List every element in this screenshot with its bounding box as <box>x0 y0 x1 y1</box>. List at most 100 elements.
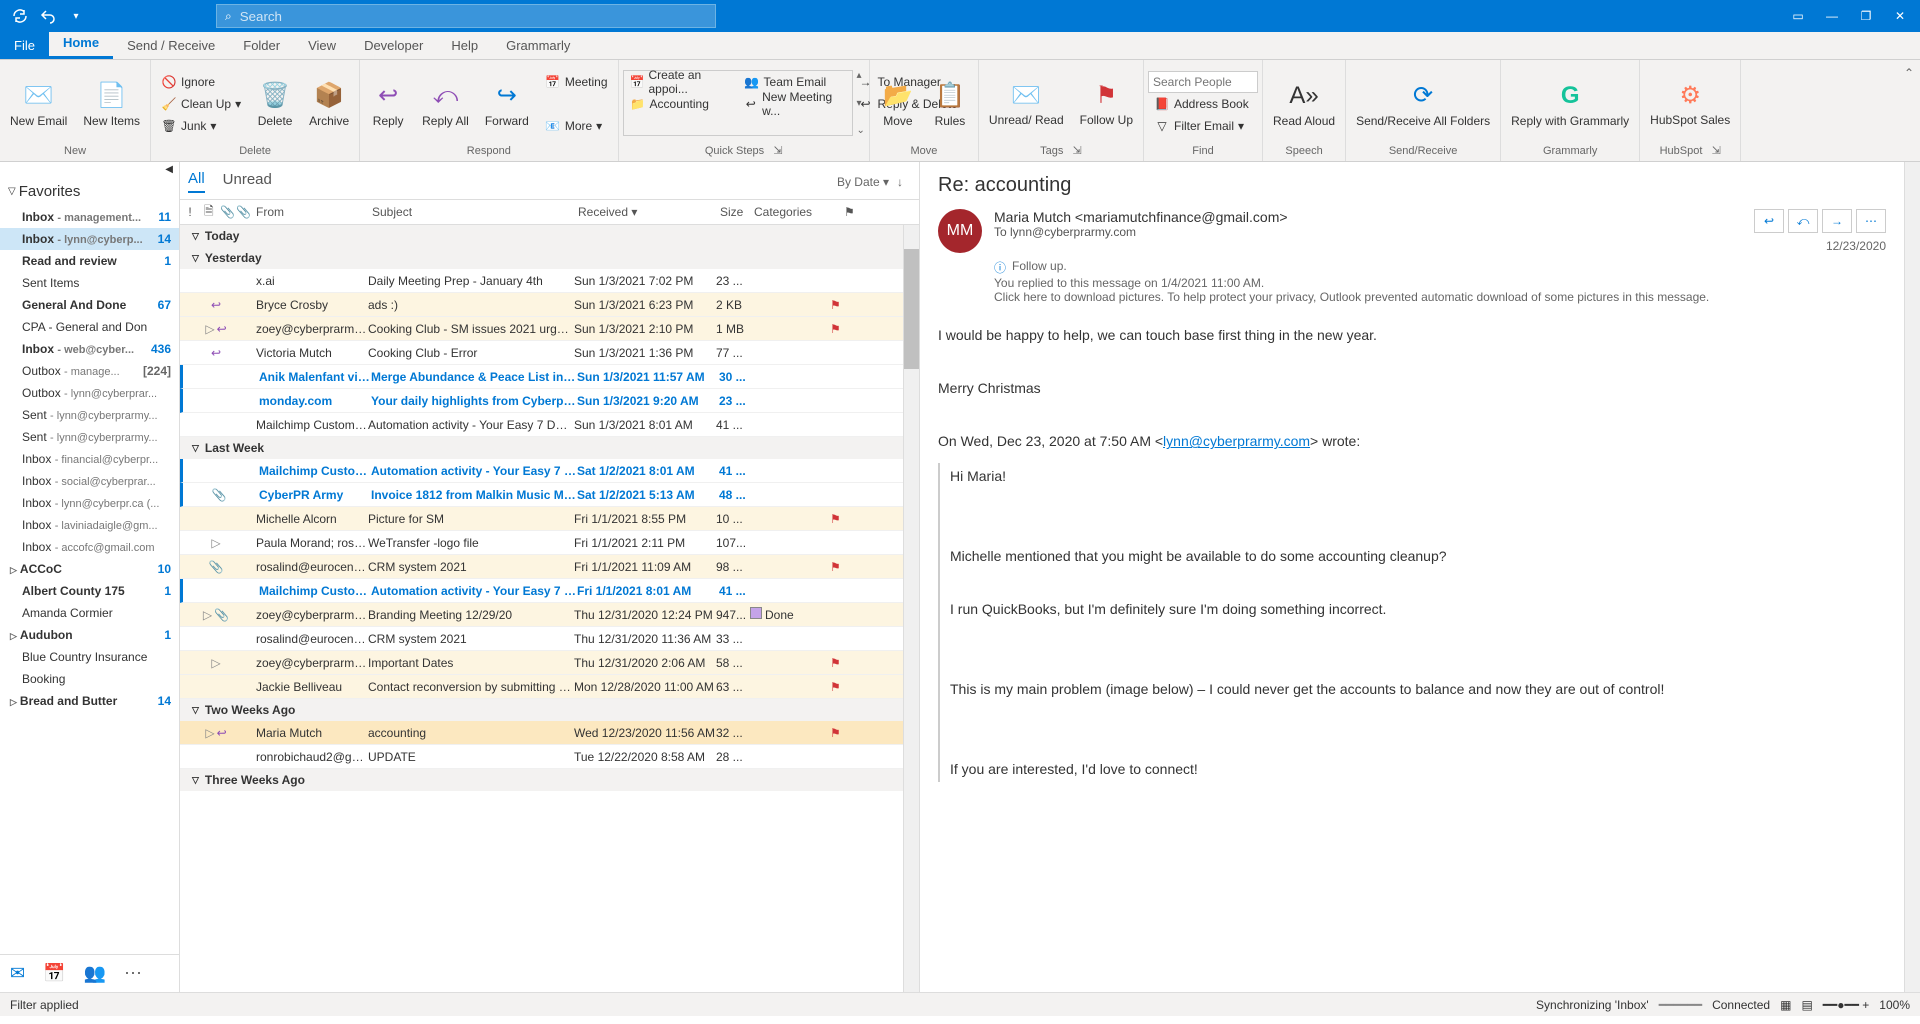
sidebar-item[interactable]: Albert County 1751 <box>0 580 179 602</box>
sidebar-item[interactable]: ▷Audubon1 <box>0 624 179 646</box>
message-row[interactable]: x.aiDaily Meeting Prep - January 4thSun … <box>180 269 903 293</box>
search-input[interactable] <box>240 9 707 24</box>
download-pics-banner[interactable]: Click here to download pictures. To help… <box>994 290 1709 304</box>
col-reminder[interactable]: 🗎 <box>200 202 216 223</box>
sidebar-item[interactable]: ▷Bread and Butter14 <box>0 690 179 712</box>
message-row[interactable]: Mailchimp Customer ...Automation activit… <box>180 459 903 483</box>
view-normal-icon[interactable]: ▦ <box>1780 998 1791 1012</box>
filter-unread[interactable]: Unread <box>223 171 272 192</box>
message-row[interactable]: ▷ zoey@cyberprarmy.co...Important DatesT… <box>180 651 903 675</box>
reply-all-button[interactable]: ⤺Reply All <box>416 64 475 144</box>
send-receive-all-button[interactable]: ⟳Send/Receive All Folders <box>1350 64 1496 144</box>
qs-create-appt[interactable]: 📅Create an appoi... <box>624 71 738 93</box>
more-button[interactable]: 📧More ▾ <box>539 115 614 137</box>
col-from[interactable]: From <box>252 205 368 219</box>
sidebar-item[interactable]: Inbox - laviniadaigle@gm... <box>0 514 179 536</box>
sidebar-item[interactable]: Inbox - web@cyber...436 <box>0 338 179 360</box>
search-box[interactable]: ⌕ <box>216 4 716 28</box>
tab-grammarly[interactable]: Grammarly <box>492 32 584 59</box>
tab-help[interactable]: Help <box>437 32 492 59</box>
rules-button[interactable]: 📋Rules <box>926 64 974 144</box>
qs-up-icon[interactable]: ▴ <box>857 70 865 81</box>
view-reading-icon[interactable]: ▤ <box>1801 998 1812 1012</box>
message-row[interactable]: 📎 rosalind@eurocentres-...CRM system 202… <box>180 555 903 579</box>
message-row[interactable]: ▷↩ zoey@cyberprarmy.co...Cooking Club - … <box>180 317 903 341</box>
sidebar-item[interactable]: Inbox - lynn@cyberpr.ca (... <box>0 492 179 514</box>
tab-send-receive[interactable]: Send / Receive <box>113 32 229 59</box>
tab-view[interactable]: View <box>294 32 350 59</box>
meeting-button[interactable]: 📅Meeting <box>539 71 614 93</box>
col-subject[interactable]: Subject <box>368 205 574 219</box>
ignore-button[interactable]: 🚫Ignore <box>155 71 247 93</box>
minimize-icon[interactable]: — <box>1824 8 1840 24</box>
sidebar-item[interactable]: Sent - lynn@cyberprarmy... <box>0 426 179 448</box>
qs-down-icon[interactable]: ▾ <box>857 98 865 109</box>
filter-email-button[interactable]: ▽Filter Email ▾ <box>1148 115 1258 137</box>
reading-scrollbar[interactable] <box>1904 162 1920 992</box>
message-row[interactable]: ▷↩ Maria MutchaccountingWed 12/23/2020 1… <box>180 721 903 745</box>
more-nav-icon[interactable]: ⋯ <box>124 963 142 984</box>
col-icon[interactable]: 📎 <box>216 205 232 219</box>
cleanup-button[interactable]: 🧹Clean Up ▾ <box>155 93 247 115</box>
sidebar-item[interactable]: ▷ACCoC10 <box>0 558 179 580</box>
more-action[interactable]: ⋯ <box>1856 209 1886 233</box>
message-row[interactable]: 📎 CyberPR ArmyInvoice 1812 from Malkin M… <box>180 483 903 507</box>
message-row[interactable]: ↩ Victoria MutchCooking Club - ErrorSun … <box>180 341 903 365</box>
group-header[interactable]: ▽ Two Weeks Ago <box>180 699 903 721</box>
reply-action[interactable]: ↩ <box>1754 209 1784 233</box>
address-book-button[interactable]: 📕Address Book <box>1148 93 1258 115</box>
sidebar-item[interactable]: General And Done67 <box>0 294 179 316</box>
message-row[interactable]: ▷ Paula Morand; rosalin...WeTransfer -lo… <box>180 531 903 555</box>
col-categories[interactable]: Categories <box>750 205 840 219</box>
collapse-ribbon-icon[interactable]: ⌃ <box>1898 60 1920 161</box>
sidebar-item[interactable]: Inbox - lynn@cyberp...14 <box>0 228 179 250</box>
reply-grammarly-button[interactable]: GReply with Grammarly <box>1505 64 1635 144</box>
sidebar-item[interactable]: Inbox - social@cyberprar... <box>0 470 179 492</box>
collapse-left-icon[interactable]: ◀ <box>165 164 173 175</box>
filter-all[interactable]: All <box>188 170 205 193</box>
sidebar-item[interactable]: CPA - General and Don <box>0 316 179 338</box>
message-row[interactable]: Mailchimp Customer S...Automation activi… <box>180 413 903 437</box>
new-items-button[interactable]: 📄New Items <box>77 64 146 144</box>
sync-icon[interactable] <box>12 8 28 24</box>
sidebar-item[interactable]: Read and review1 <box>0 250 179 272</box>
col-size[interactable]: Size <box>716 205 750 219</box>
sidebar-item[interactable]: Inbox - management...11 <box>0 206 179 228</box>
delete-button[interactable]: 🗑️Delete <box>251 64 299 144</box>
followup-button[interactable]: ⚑Follow Up <box>1074 63 1139 143</box>
sidebar-item[interactable]: Inbox - accofc@gmail.com <box>0 536 179 558</box>
people-nav-icon[interactable]: 👥 <box>84 963 106 984</box>
group-header[interactable]: ▽ Yesterday <box>180 247 903 269</box>
reply-button[interactable]: ↩Reply <box>364 64 412 144</box>
quoted-email-link[interactable]: lynn@cyberprarmy.com <box>1163 433 1310 449</box>
tab-developer[interactable]: Developer <box>350 32 437 59</box>
forward-action[interactable]: → <box>1822 209 1852 233</box>
tab-file[interactable]: File <box>0 32 49 59</box>
list-scrollbar[interactable] <box>903 225 919 992</box>
sort-by-date[interactable]: By Date ▾ <box>837 175 889 189</box>
message-row[interactable]: ronrobichaud2@gmail...UPDATETue 12/22/20… <box>180 745 903 769</box>
tab-folder[interactable]: Folder <box>229 32 294 59</box>
qs-expand-icon[interactable]: ⌄ <box>857 125 865 136</box>
group-header[interactable]: ▽ Today <box>180 225 903 247</box>
sidebar-item[interactable]: Outbox - manage...[224] <box>0 360 179 382</box>
tab-home[interactable]: Home <box>49 29 113 59</box>
col-received[interactable]: Received ▾ <box>574 205 716 219</box>
sidebar-item[interactable]: Outbox - lynn@cyberprar... <box>0 382 179 404</box>
qs-new-meeting[interactable]: ↩New Meeting w... <box>738 93 852 115</box>
unread-read-button[interactable]: ✉️Unread/ Read <box>983 63 1070 143</box>
message-row[interactable]: monday.comYour daily highlights from Cyb… <box>180 389 903 413</box>
window-presentation-icon[interactable]: ▭ <box>1790 8 1806 24</box>
col-flag[interactable]: ⚑ <box>840 205 856 219</box>
message-row[interactable]: Mailchimp Customer ...Automation activit… <box>180 579 903 603</box>
sidebar-item[interactable]: Sent - lynn@cyberprarmy... <box>0 404 179 426</box>
sidebar-item[interactable]: Amanda Cormier <box>0 602 179 624</box>
sidebar-item[interactable]: Sent Items <box>0 272 179 294</box>
calendar-nav-icon[interactable]: 📅 <box>43 963 65 984</box>
hubspot-button[interactable]: ⚙HubSpot Sales <box>1644 63 1736 143</box>
dropdown-icon[interactable]: ▾ <box>68 8 84 24</box>
message-row[interactable]: ▷📎 zoey@cyberprarmy.co...Branding Meetin… <box>180 603 903 627</box>
sidebar-item[interactable]: Inbox - financial@cyberpr... <box>0 448 179 470</box>
qs-accounting[interactable]: 📁Accounting <box>624 93 738 115</box>
junk-button[interactable]: 🗑Junk ▾ <box>155 115 247 137</box>
